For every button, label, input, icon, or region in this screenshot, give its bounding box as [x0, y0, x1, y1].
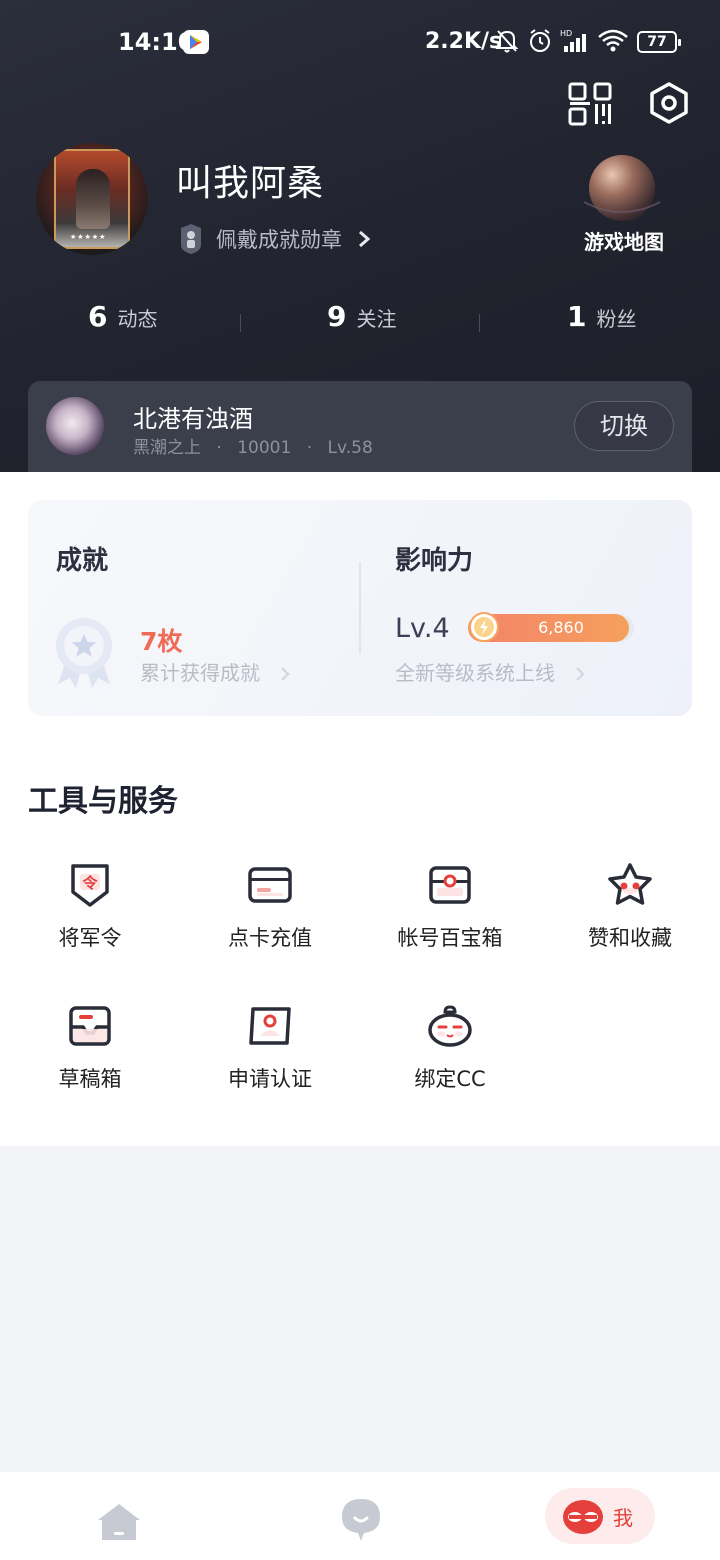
- role-server: 黑潮之上: [133, 438, 201, 458]
- svg-text:HD: HD: [560, 29, 572, 38]
- role-info: 黑潮之上 · 10001 · Lv.58: [133, 433, 383, 458]
- tool-drafts[interactable]: 草稿箱: [0, 1003, 180, 1093]
- avatar-card-art: ★★★★★: [54, 149, 130, 249]
- treasure-box-icon: [429, 866, 471, 904]
- star-icon: [608, 863, 652, 905]
- influence-desc: 全新等级系统上线: [395, 661, 555, 685]
- svg-text:令: 令: [82, 874, 98, 892]
- achievement-title: 成就: [56, 546, 109, 576]
- stat-label: 粉丝: [596, 307, 637, 331]
- tool-verify[interactable]: 申请认证: [180, 1003, 360, 1093]
- achievement-desc: 累计获得成就: [140, 661, 260, 685]
- cc-icon: [428, 1005, 472, 1047]
- achievement-desc-link[interactable]: 累计获得成就: [140, 657, 291, 686]
- stat-label: 关注: [356, 307, 397, 331]
- influence-title: 影响力: [395, 546, 474, 576]
- stat-posts[interactable]: 6 动态: [88, 300, 157, 344]
- game-map-planet-icon[interactable]: [582, 150, 662, 230]
- wear-badge-label: 佩戴成就勋章: [216, 228, 342, 252]
- divider: [240, 314, 241, 332]
- tool-label: 绑定CC: [414, 1067, 486, 1091]
- medal-icon: [56, 618, 112, 688]
- tool-card-recharge[interactable]: 点卡充值: [180, 862, 360, 952]
- tools-section-title: 工具与服务: [28, 784, 178, 819]
- card-icon: [248, 867, 292, 903]
- network-speed: 2.2K/s: [425, 29, 503, 54]
- tool-label: 帐号百宝箱: [397, 926, 503, 950]
- tool-likes-favorites[interactable]: 赞和收藏: [540, 862, 720, 952]
- divider: [479, 314, 480, 332]
- stats-row: 6 动态 9 关注 1 粉丝: [0, 300, 720, 344]
- lightning-icon: [469, 612, 499, 642]
- role-id: 10001: [237, 438, 292, 458]
- stat-followers[interactable]: 1 粉丝: [567, 300, 636, 344]
- achievement-card: 成就 7枚 累计获得成就 影响力 Lv.4 6,860 全新等级系统上线: [28, 500, 692, 716]
- stat-count: 1: [567, 300, 587, 333]
- game-role-card: 北港有浊酒 黑潮之上 · 10001 · Lv.58 切换: [28, 381, 692, 472]
- stat-count: 9: [327, 300, 347, 333]
- influence-level: Lv.4: [395, 613, 450, 644]
- tool-label: 赞和收藏: [588, 926, 672, 950]
- qr-code-icon[interactable]: [568, 82, 612, 126]
- achievement-count[interactable]: 7枚: [140, 622, 182, 658]
- dot-separator: ·: [306, 438, 313, 458]
- game-map-label[interactable]: 游戏地图: [568, 226, 680, 255]
- tool-token[interactable]: 令 将军令: [0, 862, 180, 952]
- stat-following[interactable]: 9 关注: [327, 300, 396, 344]
- mute-icon: [495, 28, 519, 58]
- switch-role-button[interactable]: 切换: [574, 401, 674, 451]
- stat-label: 动态: [117, 307, 158, 331]
- ninja-mask-icon: [563, 1500, 603, 1534]
- tool-label: 将军令: [58, 926, 122, 950]
- username: 叫我阿桑: [176, 163, 325, 204]
- token-icon: 令: [71, 864, 109, 907]
- dot-separator: ·: [216, 438, 222, 458]
- home-icon: [98, 1504, 140, 1540]
- medal-badge-icon: [181, 224, 201, 254]
- influence-desc-link[interactable]: 全新等级系统上线: [395, 657, 586, 686]
- chevron-right-icon: [576, 667, 586, 681]
- role-avatar: [46, 397, 104, 455]
- tab-messages[interactable]: [340, 1497, 382, 1543]
- wifi-icon: [597, 28, 629, 58]
- tool-treasure-box[interactable]: 帐号百宝箱: [360, 862, 540, 952]
- settings-icon[interactable]: [648, 82, 690, 124]
- tool-label: 点卡充值: [228, 926, 312, 950]
- status-bar: 14:10 2.2K/s HD 77: [0, 22, 720, 62]
- play-store-icon: [183, 30, 209, 54]
- divider: [359, 562, 361, 654]
- tool-label: 草稿箱: [58, 1067, 122, 1091]
- bottom-tab-bar: 我: [0, 1472, 720, 1560]
- user-avatar[interactable]: ★★★★★: [36, 143, 148, 255]
- tab-me-label: 我: [613, 1506, 633, 1530]
- role-level: Lv.58: [327, 438, 373, 458]
- alarm-icon: [528, 28, 552, 58]
- tool-bind-cc[interactable]: 绑定CC: [360, 1003, 540, 1093]
- tab-home[interactable]: [96, 1502, 142, 1542]
- stat-count: 6: [88, 300, 108, 333]
- wear-badge-link[interactable]: 佩戴成就勋章: [180, 222, 370, 256]
- battery-indicator: 77: [637, 31, 681, 53]
- verify-icon: [249, 1007, 291, 1045]
- profile-header: 14:10 2.2K/s HD 77 ★★★★★ 叫我阿桑 佩戴成就勋章 游戏地…: [0, 0, 720, 472]
- role-name: 北港有浊酒: [133, 405, 253, 433]
- drafts-icon: [69, 1006, 111, 1046]
- signal-icon: HD: [560, 28, 590, 58]
- tool-label: 申请认证: [228, 1067, 312, 1091]
- tab-me[interactable]: 我: [545, 1488, 655, 1544]
- chevron-right-icon: [281, 667, 291, 681]
- chevron-right-icon: [359, 230, 370, 248]
- chat-bubble-icon: [342, 1499, 380, 1541]
